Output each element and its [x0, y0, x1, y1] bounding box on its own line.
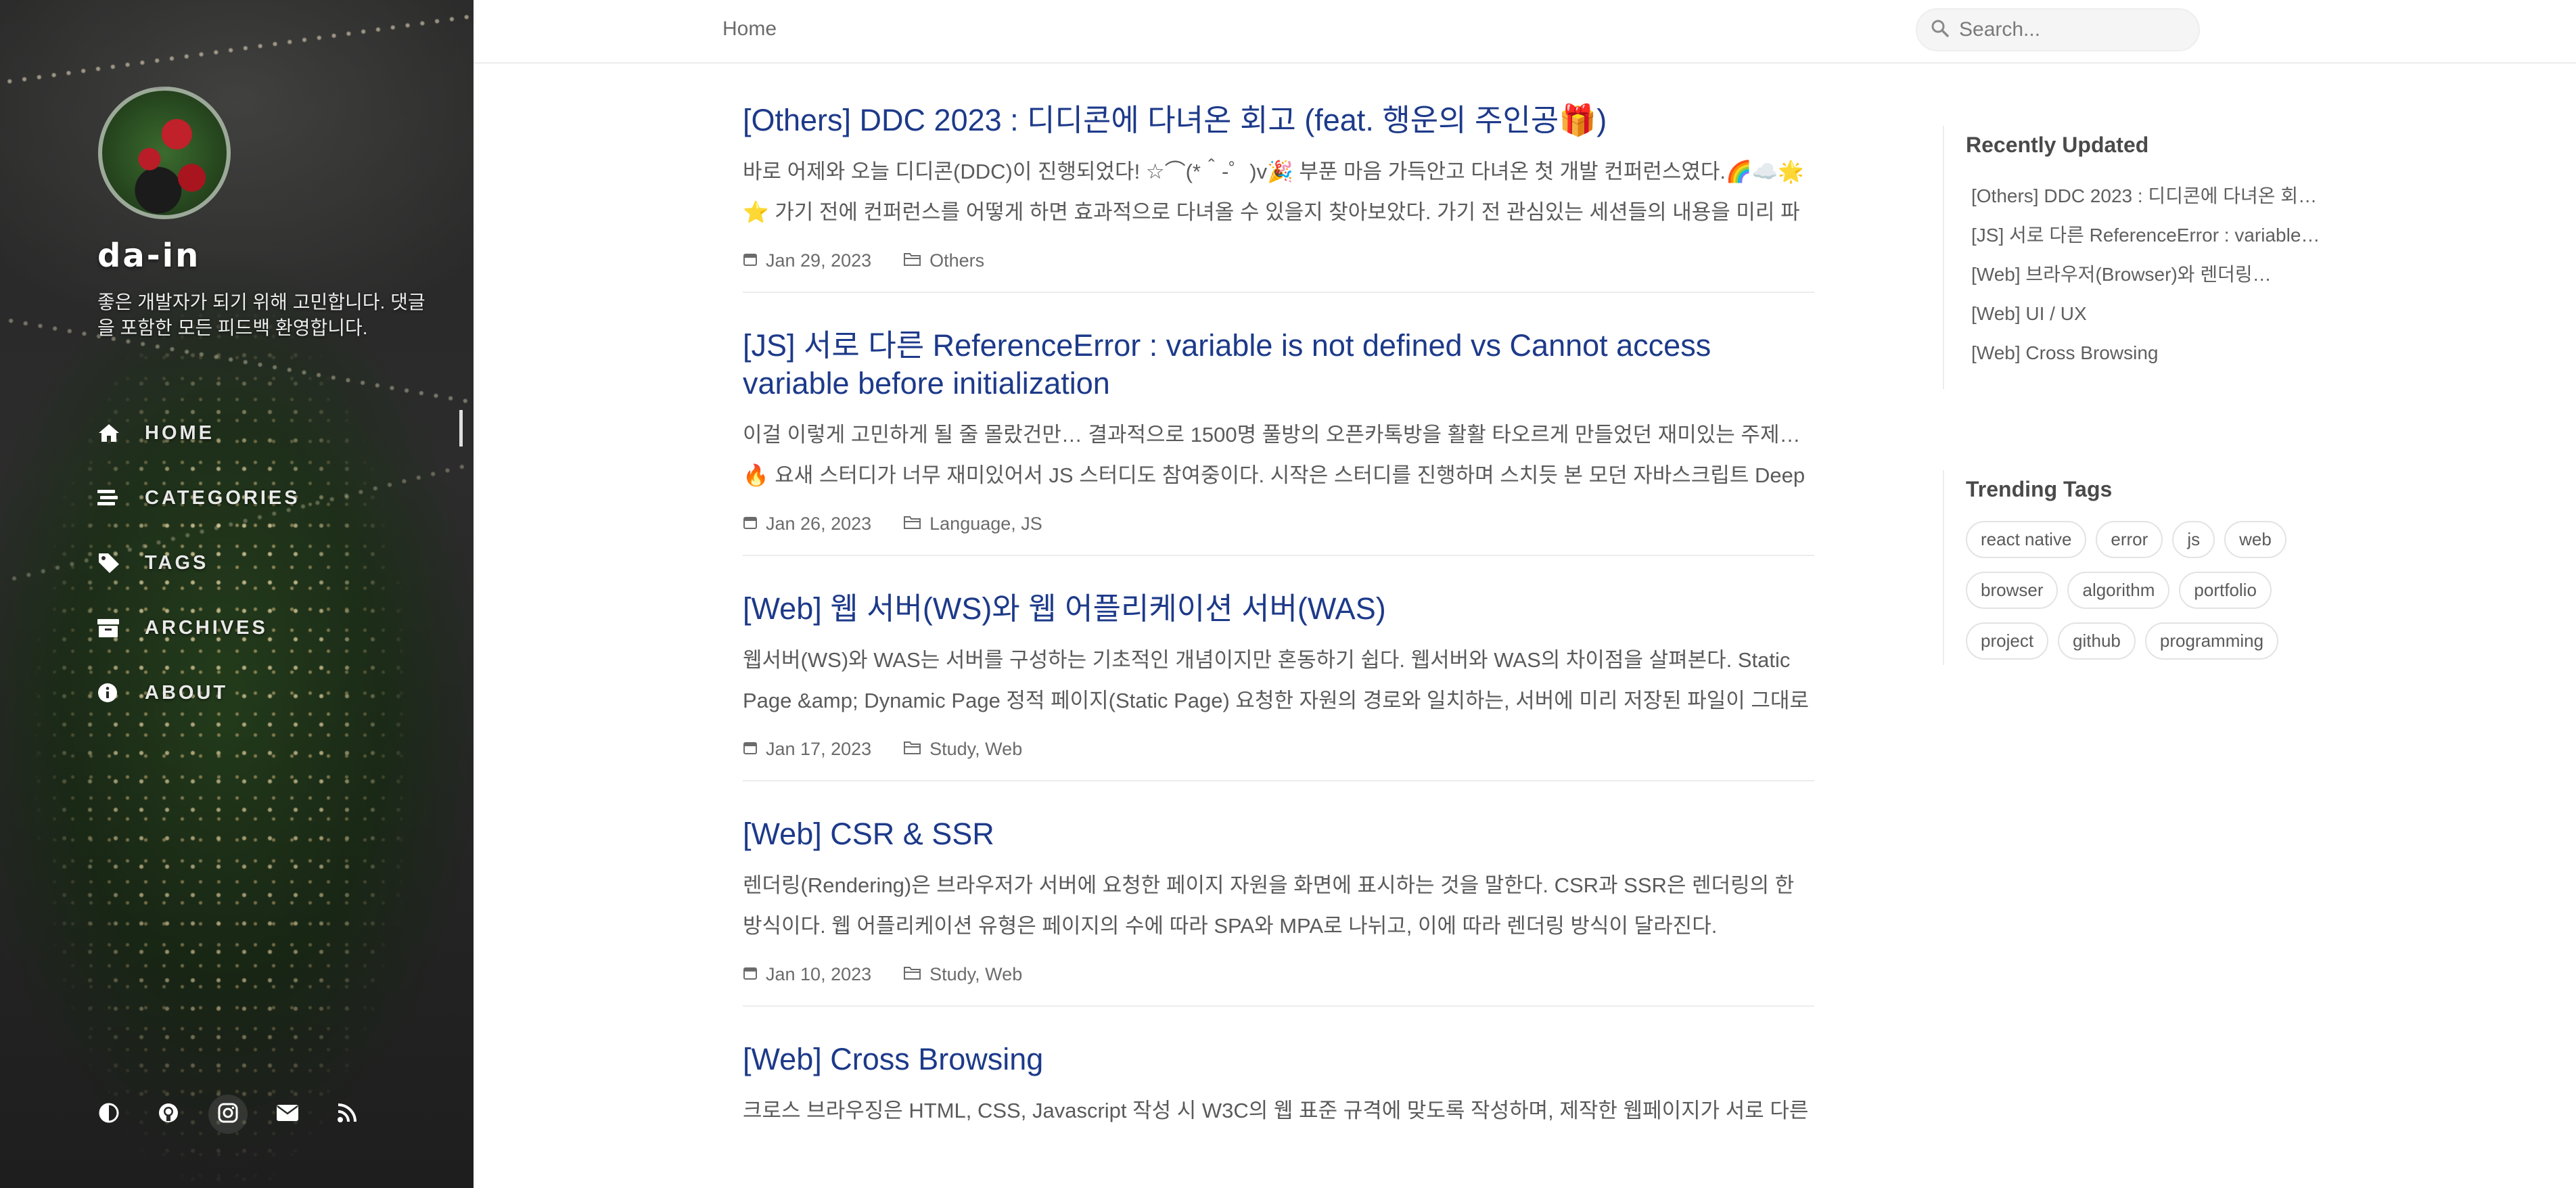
rss-icon — [337, 1103, 357, 1126]
folder-icon — [904, 250, 921, 271]
nav-item-about[interactable]: ABOUT — [97, 660, 449, 725]
post-category[interactable]: Study, Web — [929, 964, 1022, 985]
theme-toggle-button[interactable] — [89, 1095, 129, 1134]
recent-item[interactable]: [JS] 서로 다른 ReferenceError : variable is… — [1966, 216, 2323, 255]
post-title[interactable]: [Web] 웹 서버(WS)와 웹 어플리케이션 서버(WAS) — [743, 590, 1814, 628]
tag-icon — [97, 552, 145, 574]
right-panel: Recently Updated [Others] DDC 2023 : 디디콘… — [1943, 126, 2323, 665]
calendar-icon — [743, 739, 758, 760]
post-excerpt: 크로스 브라우징은 HTML, CSS, Javascript 작성 시 W3C… — [743, 1099, 1809, 1122]
post-title[interactable]: [JS] 서로 다른 ReferenceError : variable is … — [743, 327, 1814, 403]
calendar-icon — [743, 250, 758, 271]
avatar[interactable] — [98, 87, 231, 219]
email-link[interactable] — [268, 1095, 307, 1134]
recently-updated-heading: Recently Updated — [1966, 133, 2149, 157]
post-meta: Jan 26, 2023 Language, JS — [743, 513, 1814, 534]
theme-toggle-icon — [98, 1102, 120, 1127]
post-list: [Others] DDC 2023 : 디디콘에 다녀온 회고 (feat. 행… — [743, 101, 1814, 1185]
recent-item[interactable]: [Web] UI / UX — [1966, 294, 2323, 334]
sidebar-footer — [89, 1095, 367, 1134]
post-item: [Web] CSR & SSR 렌더링(Rendering)은 브라우저가 서버… — [743, 815, 1814, 1007]
post-excerpt: 렌더링(Rendering)은 브라우저가 서버에 요청한 페이지 자원을 화면… — [743, 873, 1795, 938]
nav-item-archives[interactable]: ARCHIVES — [97, 595, 449, 660]
post-title[interactable]: [Others] DDC 2023 : 디디콘에 다녀온 회고 (feat. 행… — [743, 101, 1814, 139]
post-item: [Web] Cross Browsing 크로스 브라우징은 HTML, CSS… — [743, 1041, 1814, 1151]
archive-icon — [97, 618, 145, 638]
tag-chip[interactable]: browser — [1966, 572, 2058, 609]
tag-chip[interactable]: portfolio — [2179, 572, 2272, 609]
github-link[interactable] — [149, 1095, 188, 1134]
nav-item-home[interactable]: HOME — [97, 401, 463, 465]
nav-label: TAGS — [145, 551, 209, 574]
topbar: Home — [474, 0, 2576, 64]
recent-item[interactable]: [Web] 브라우저(Browser)와 렌더링… — [1966, 255, 2323, 294]
search-input[interactable] — [1959, 18, 2189, 41]
post-date: Jan 10, 2023 — [766, 964, 872, 984]
sidebar-nav: HOME CATEGORIES TAGS ARCHIVES ABOUT — [97, 401, 463, 725]
github-icon — [158, 1102, 179, 1127]
trending-tags-heading: Trending Tags — [1966, 477, 2113, 501]
tag-chip[interactable]: project — [1966, 622, 2049, 660]
tag-chip[interactable]: react native — [1966, 521, 2087, 558]
instagram-link[interactable] — [208, 1095, 248, 1134]
nav-label: ABOUT — [145, 681, 229, 704]
calendar-icon — [743, 513, 758, 534]
recent-list: [Others] DDC 2023 : 디디콘에 다녀온 회고… [JS] 서로… — [1966, 177, 2323, 373]
post-meta: Jan 10, 2023 Study, Web — [743, 964, 1814, 985]
post-meta: Jan 17, 2023 Study, Web — [743, 739, 1814, 760]
post-category[interactable]: Language, JS — [929, 513, 1042, 534]
tag-chip[interactable]: github — [2058, 622, 2136, 660]
sidebar: da-in 좋은 개발자가 되기 위해 고민합니다. 댓글을 포함한 모든 피드… — [0, 0, 474, 1188]
tag-cloud: react native error js web browser algori… — [1966, 521, 2318, 660]
recently-updated: Recently Updated [Others] DDC 2023 : 디디콘… — [1943, 126, 2323, 389]
post-excerpt: 웹서버(WS)와 WAS는 서버를 구성하는 기초적인 개념이지만 혼동하기 쉽… — [743, 648, 1809, 712]
nav-item-tags[interactable]: TAGS — [97, 530, 449, 595]
nav-label: HOME — [145, 421, 214, 444]
post-item: [Others] DDC 2023 : 디디콘에 다녀온 회고 (feat. 행… — [743, 101, 1814, 293]
recent-item[interactable]: [Others] DDC 2023 : 디디콘에 다녀온 회고… — [1966, 177, 2323, 216]
post-excerpt: 이걸 이렇게 고민하게 될 줄 몰랐건만… 결과적으로 1500명 풀방의 오픈… — [743, 423, 1806, 487]
post-date: Jan 17, 2023 — [766, 739, 872, 759]
post-excerpt: 바로 어제와 오늘 디디콘(DDC)이 진행되었다! ☆⌒(*＾-゜)v🎉 부푼… — [743, 160, 1804, 224]
rss-link[interactable] — [327, 1095, 367, 1134]
nav-label: CATEGORIES — [145, 486, 300, 509]
calendar-icon — [743, 964, 758, 985]
email-icon — [277, 1104, 298, 1125]
instagram-icon — [218, 1103, 238, 1126]
recent-item[interactable]: [Web] Cross Browsing — [1966, 334, 2323, 373]
nav-label: ARCHIVES — [145, 616, 268, 639]
home-icon — [97, 423, 145, 443]
post-category[interactable]: Others — [929, 250, 984, 271]
post-title[interactable]: [Web] CSR & SSR — [743, 815, 1814, 853]
tag-chip[interactable]: algorithm — [2067, 572, 2170, 609]
breadcrumb[interactable]: Home — [722, 18, 777, 41]
post-item: [JS] 서로 다른 ReferenceError : variable is … — [743, 327, 1814, 556]
folder-icon — [904, 964, 921, 985]
search-box[interactable] — [1916, 8, 2200, 51]
info-icon — [97, 683, 145, 703]
post-meta: Jan 29, 2023 Others — [743, 250, 1814, 271]
tag-chip[interactable]: js — [2172, 521, 2215, 558]
folder-icon — [904, 513, 921, 534]
stream-icon — [97, 488, 145, 507]
post-date: Jan 26, 2023 — [766, 513, 872, 534]
tag-chip[interactable]: error — [2096, 521, 2163, 558]
site-subtitle: 좋은 개발자가 되기 위해 고민합니다. 댓글을 포함한 모든 피드백 환영합니… — [97, 292, 426, 338]
site-title[interactable]: da-in — [97, 237, 200, 275]
post-category[interactable]: Study, Web — [929, 739, 1022, 760]
tag-chip[interactable]: web — [2224, 521, 2286, 558]
search-icon — [1931, 19, 1950, 41]
post-item: [Web] 웹 서버(WS)와 웹 어플리케이션 서버(WAS) 웹서버(WS)… — [743, 590, 1814, 781]
folder-icon — [904, 739, 921, 760]
post-date: Jan 29, 2023 — [766, 250, 872, 271]
trending-tags: Trending Tags react native error js web … — [1943, 470, 2322, 665]
post-title[interactable]: [Web] Cross Browsing — [743, 1041, 1814, 1078]
nav-item-categories[interactable]: CATEGORIES — [97, 465, 449, 530]
tag-chip[interactable]: programming — [2144, 622, 2279, 660]
